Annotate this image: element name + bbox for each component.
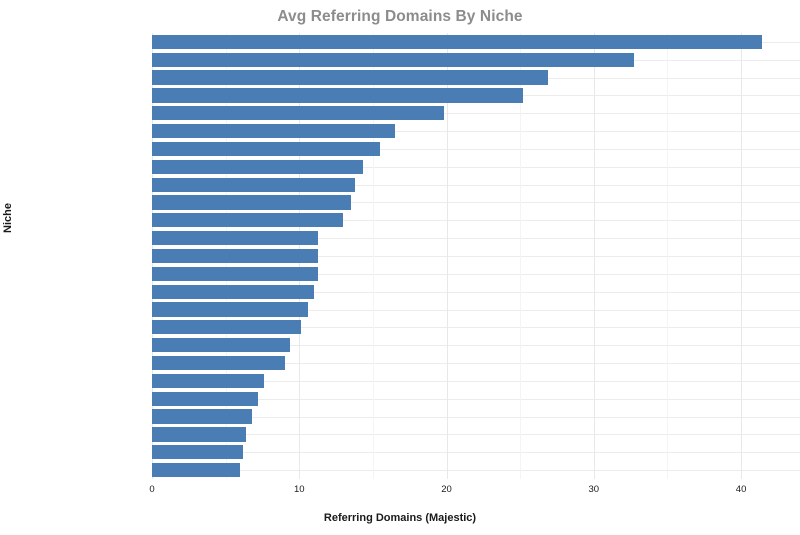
x-axis-tick-label: 20 [441,484,452,495]
chart-title: Avg Referring Domains By Niche [277,8,523,25]
bar [152,338,291,353]
bar [152,284,314,299]
bar [152,70,549,85]
bar [152,106,444,121]
bar [152,302,309,317]
bar [152,355,285,371]
x-axis-tick-label: 40 [735,484,747,495]
bar-chart: Avg Referring Domains By Niche Niche Ref… [0,0,800,535]
gridline-major [593,33,595,479]
bar [152,88,524,103]
bar [152,373,264,388]
gridline-major [741,33,743,479]
plot-area [152,32,800,479]
bar [152,177,356,192]
bar [152,248,319,264]
gridline-minor [667,33,669,479]
bar [152,445,244,460]
gridline-horizontal [152,452,800,453]
bar [152,427,247,442]
bar [152,231,319,246]
bar [152,34,762,50]
bar [152,52,634,67]
gridline-horizontal [152,434,800,435]
bar [152,266,319,281]
x-axis-title: Referring Domains (Majestic) [323,512,477,524]
y-axis-title: Niche [2,203,14,233]
bar [152,462,241,478]
x-axis-tick-label: 0 [149,484,155,495]
bar [152,123,395,139]
bar [152,141,381,157]
bar [152,195,351,210]
bar [152,391,259,406]
gridline-horizontal [152,470,800,471]
bar [152,159,363,174]
x-axis-tick-label: 30 [588,484,600,495]
bar [152,409,253,424]
bar [152,320,301,335]
bar [152,213,344,228]
x-axis-tick-label: 10 [293,484,305,495]
